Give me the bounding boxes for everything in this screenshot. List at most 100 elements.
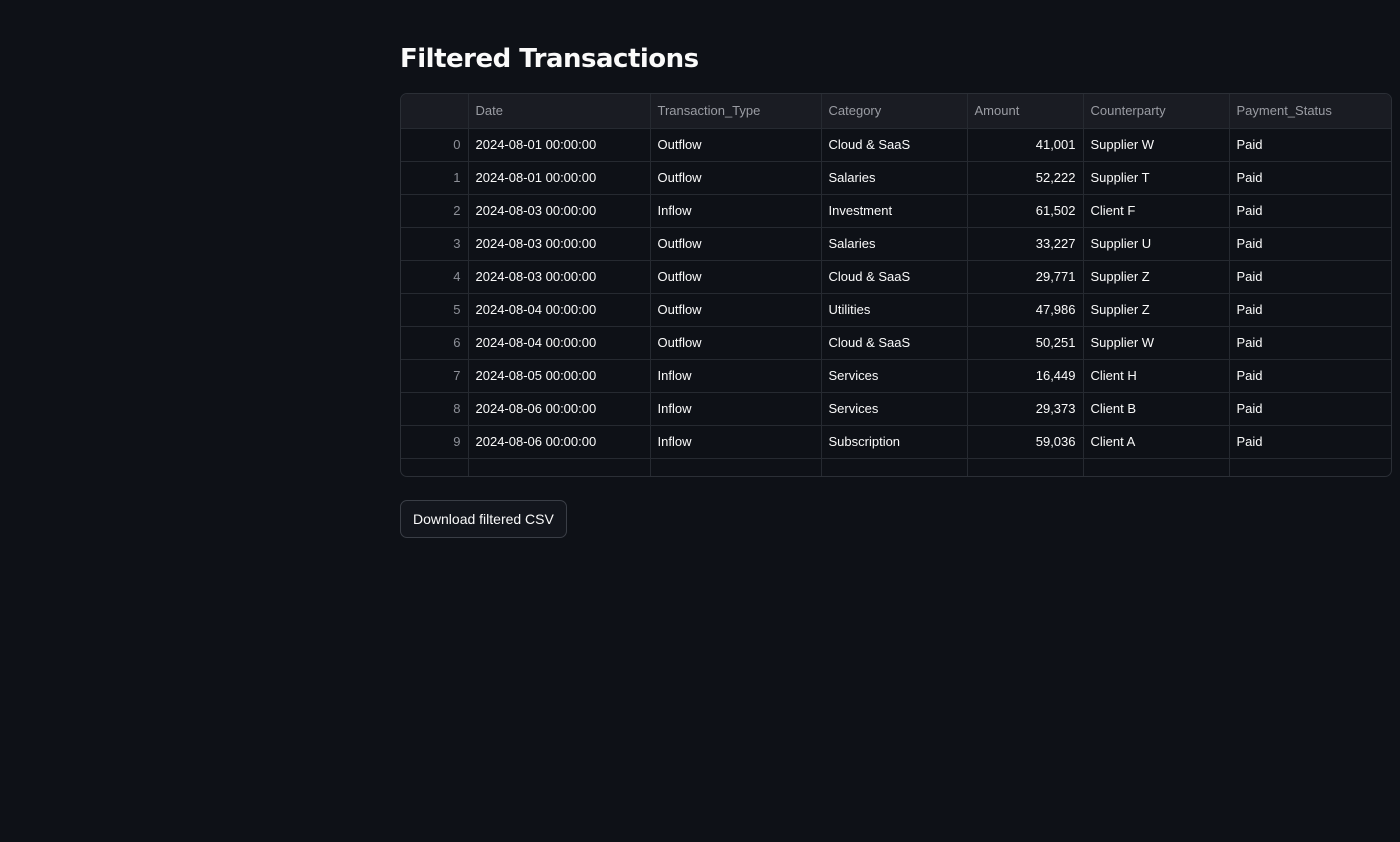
cell-transaction-type[interactable]: Outflow: [650, 326, 822, 360]
cell-amount[interactable]: 52,222: [967, 161, 1084, 195]
cell-amount[interactable]: 41,001: [967, 128, 1084, 162]
download-csv-button[interactable]: Download filtered CSV: [400, 500, 567, 538]
cell-transaction-type[interactable]: Outflow: [650, 293, 822, 327]
cell-category[interactable]: Services: [821, 392, 968, 426]
table-row[interactable]: 8 2024-08-06 00:00:00 Inflow Services 29…: [401, 392, 1391, 426]
cell-date[interactable]: 2024-08-03 00:00:00: [468, 194, 651, 228]
cell-payment-status[interactable]: Paid: [1229, 260, 1391, 294]
cell-counterparty[interactable]: [1083, 458, 1230, 476]
cell-date[interactable]: 2024-08-06 00:00:00: [468, 425, 651, 459]
cell-transaction-type[interactable]: Inflow: [650, 194, 822, 228]
table-row[interactable]: 9 2024-08-06 00:00:00 Inflow Subscriptio…: [401, 425, 1391, 459]
cell-amount[interactable]: [967, 458, 1084, 476]
cell-date[interactable]: 2024-08-01 00:00:00: [468, 161, 651, 195]
row-index: 2: [401, 194, 469, 228]
cell-category[interactable]: [821, 458, 968, 476]
cell-counterparty[interactable]: Supplier T: [1083, 161, 1230, 195]
cell-payment-status[interactable]: Paid: [1229, 161, 1391, 195]
cell-payment-status[interactable]: Paid: [1229, 326, 1391, 360]
row-index: [401, 458, 469, 476]
cell-amount[interactable]: 50,251: [967, 326, 1084, 360]
table-row[interactable]: 7 2024-08-05 00:00:00 Inflow Services 16…: [401, 359, 1391, 393]
cell-transaction-type[interactable]: Outflow: [650, 227, 822, 261]
cell-category[interactable]: Cloud & SaaS: [821, 260, 968, 294]
page-title: Filtered Transactions: [400, 44, 699, 74]
cell-category[interactable]: Salaries: [821, 161, 968, 195]
cell-payment-status[interactable]: Paid: [1229, 227, 1391, 261]
cell-amount[interactable]: 16,449: [967, 359, 1084, 393]
cell-category[interactable]: Cloud & SaaS: [821, 128, 968, 162]
cell-transaction-type[interactable]: [650, 458, 822, 476]
cell-payment-status[interactable]: Paid: [1229, 293, 1391, 327]
table-row[interactable]: 3 2024-08-03 00:00:00 Outflow Salaries 3…: [401, 227, 1391, 261]
cell-amount[interactable]: 29,373: [967, 392, 1084, 426]
row-index: 1: [401, 161, 469, 195]
table-row[interactable]: 6 2024-08-04 00:00:00 Outflow Cloud & Sa…: [401, 326, 1391, 360]
column-header-counterparty[interactable]: Counterparty: [1083, 94, 1230, 129]
cell-amount[interactable]: 47,986: [967, 293, 1084, 327]
cell-counterparty[interactable]: Supplier Z: [1083, 293, 1230, 327]
cell-counterparty[interactable]: Supplier W: [1083, 128, 1230, 162]
cell-transaction-type[interactable]: Inflow: [650, 359, 822, 393]
transactions-dataframe[interactable]: Date Transaction_Type Category Amount Co…: [400, 93, 1392, 477]
cell-date[interactable]: 2024-08-01 00:00:00: [468, 128, 651, 162]
cell-category[interactable]: Utilities: [821, 293, 968, 327]
cell-category[interactable]: Subscription: [821, 425, 968, 459]
row-index: 9: [401, 425, 469, 459]
cell-date[interactable]: 2024-08-03 00:00:00: [468, 227, 651, 261]
cell-transaction-type[interactable]: Inflow: [650, 425, 822, 459]
cell-category[interactable]: Cloud & SaaS: [821, 326, 968, 360]
cell-date[interactable]: [468, 458, 651, 476]
cell-counterparty[interactable]: Client H: [1083, 359, 1230, 393]
column-header-payment-status[interactable]: Payment_Status: [1229, 94, 1391, 129]
table-row[interactable]: 2 2024-08-03 00:00:00 Inflow Investment …: [401, 194, 1391, 228]
row-index: 0: [401, 128, 469, 162]
row-index: 8: [401, 392, 469, 426]
column-header-category[interactable]: Category: [821, 94, 968, 129]
cell-counterparty[interactable]: Client B: [1083, 392, 1230, 426]
cell-transaction-type[interactable]: Outflow: [650, 260, 822, 294]
table-row-partial[interactable]: [401, 458, 1391, 476]
cell-payment-status[interactable]: [1229, 458, 1391, 476]
cell-category[interactable]: Salaries: [821, 227, 968, 261]
cell-date[interactable]: 2024-08-04 00:00:00: [468, 293, 651, 327]
row-index: 5: [401, 293, 469, 327]
cell-transaction-type[interactable]: Outflow: [650, 128, 822, 162]
column-header-amount[interactable]: Amount: [967, 94, 1084, 129]
column-header-index[interactable]: [401, 94, 469, 129]
cell-amount[interactable]: 59,036: [967, 425, 1084, 459]
table-row[interactable]: 5 2024-08-04 00:00:00 Outflow Utilities …: [401, 293, 1391, 327]
transactions-table: Date Transaction_Type Category Amount Co…: [401, 94, 1391, 476]
cell-payment-status[interactable]: Paid: [1229, 392, 1391, 426]
column-header-date[interactable]: Date: [468, 94, 651, 129]
cell-date[interactable]: 2024-08-03 00:00:00: [468, 260, 651, 294]
cell-counterparty[interactable]: Supplier W: [1083, 326, 1230, 360]
row-index: 4: [401, 260, 469, 294]
cell-transaction-type[interactable]: Outflow: [650, 161, 822, 195]
cell-payment-status[interactable]: Paid: [1229, 425, 1391, 459]
table-row[interactable]: 4 2024-08-03 00:00:00 Outflow Cloud & Sa…: [401, 260, 1391, 294]
cell-date[interactable]: 2024-08-05 00:00:00: [468, 359, 651, 393]
cell-payment-status[interactable]: Paid: [1229, 128, 1391, 162]
cell-amount[interactable]: 61,502: [967, 194, 1084, 228]
cell-payment-status[interactable]: Paid: [1229, 194, 1391, 228]
cell-counterparty[interactable]: Client A: [1083, 425, 1230, 459]
cell-counterparty[interactable]: Supplier U: [1083, 227, 1230, 261]
cell-counterparty[interactable]: Supplier Z: [1083, 260, 1230, 294]
table-header-row: Date Transaction_Type Category Amount Co…: [401, 94, 1391, 129]
row-index: 3: [401, 227, 469, 261]
cell-counterparty[interactable]: Client F: [1083, 194, 1230, 228]
cell-payment-status[interactable]: Paid: [1229, 359, 1391, 393]
row-index: 6: [401, 326, 469, 360]
column-header-transaction-type[interactable]: Transaction_Type: [650, 94, 822, 129]
cell-category[interactable]: Services: [821, 359, 968, 393]
cell-date[interactable]: 2024-08-06 00:00:00: [468, 392, 651, 426]
table-row[interactable]: 0 2024-08-01 00:00:00 Outflow Cloud & Sa…: [401, 128, 1391, 162]
cell-category[interactable]: Investment: [821, 194, 968, 228]
table-row[interactable]: 1 2024-08-01 00:00:00 Outflow Salaries 5…: [401, 161, 1391, 195]
row-index: 7: [401, 359, 469, 393]
cell-date[interactable]: 2024-08-04 00:00:00: [468, 326, 651, 360]
cell-transaction-type[interactable]: Inflow: [650, 392, 822, 426]
cell-amount[interactable]: 33,227: [967, 227, 1084, 261]
cell-amount[interactable]: 29,771: [967, 260, 1084, 294]
